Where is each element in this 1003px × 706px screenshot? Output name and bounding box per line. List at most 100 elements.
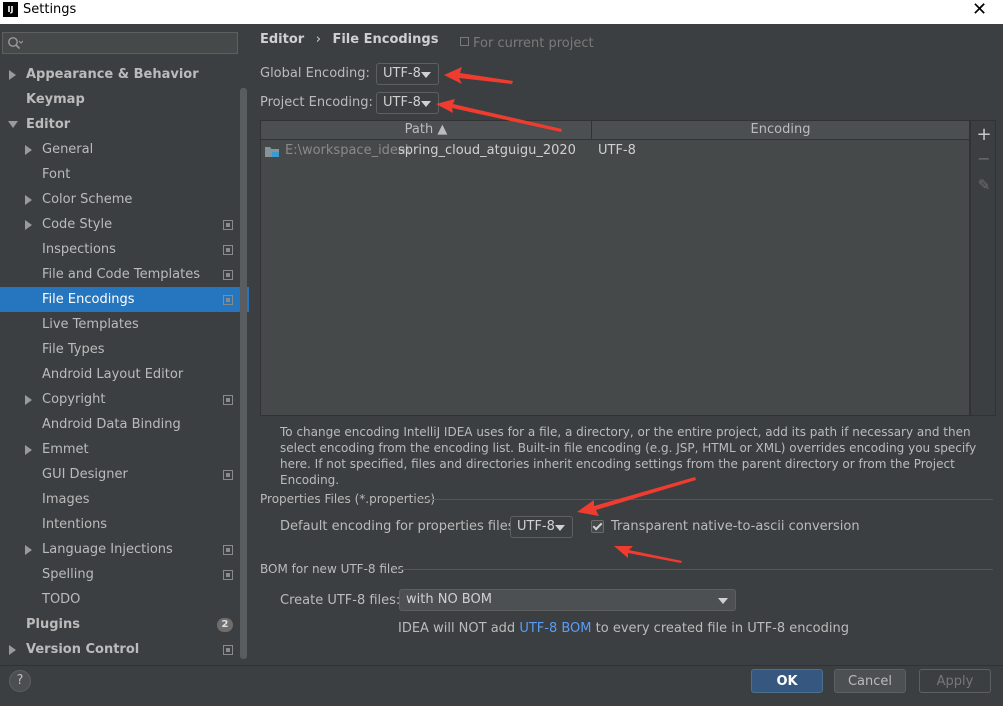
utf8-bom-link[interactable]: UTF-8 BOM [519,621,591,636]
sidebar-item-images[interactable]: Images [0,487,240,512]
bom-note-before: IDEA will NOT add [398,621,520,636]
chevron-right-icon[interactable] [25,545,32,555]
sidebar-item-keymap[interactable]: Keymap [0,87,240,112]
ok-button[interactable]: OK [751,669,823,693]
sidebar-item-file-types[interactable]: File Types [0,337,240,362]
sidebar-item-color-scheme[interactable]: Color Scheme [0,187,240,212]
chevron-down-icon [555,525,565,531]
folder-icon [265,147,279,157]
chevron-down-icon [421,101,431,107]
sidebar-item-file-and-code-templates[interactable]: File and Code Templates [0,262,240,287]
chevron-right-icon[interactable] [25,145,32,155]
project-encoding-select[interactable]: UTF-8 [376,92,439,114]
add-icon[interactable]: + [971,124,997,145]
sidebar-item-label: Spelling [42,567,94,582]
section-divider [395,569,993,570]
chevron-right-icon[interactable] [25,395,32,405]
sidebar-item-plugins[interactable]: Plugins 2 [0,612,240,637]
app-logo-icon: IJ [3,2,18,17]
column-path[interactable]: Path ▲ [261,121,592,139]
sidebar-item-spelling[interactable]: Spelling [0,562,240,587]
section-divider [418,499,993,500]
sidebar-item-todo[interactable]: TODO [0,587,240,612]
table-row[interactable]: E:\workspace_idea\ spring_cloud_atguigu_… [261,141,969,161]
path-prefix: E:\workspace_idea\ [285,143,411,158]
sidebar-item-font[interactable]: Font [0,162,240,187]
remove-icon[interactable]: − [971,149,997,168]
bom-section-title: BOM for new UTF-8 files [260,562,404,576]
sidebar-item-live-templates[interactable]: Live Templates [0,312,240,337]
sidebar-item-label: Images [42,492,90,507]
sidebar-item-label: Live Templates [42,317,139,332]
sidebar-item-inspections[interactable]: Inspections [0,237,240,262]
project-scope-icon [223,295,233,305]
sidebar-item-label: Copyright [42,392,106,407]
sidebar-item-android-layout-editor[interactable]: Android Layout Editor [0,362,240,387]
breadcrumb-separator: › [315,32,321,47]
sidebar-item-appearance-behavior[interactable]: Appearance & Behavior [0,62,240,87]
search-input[interactable] [2,32,238,54]
project-scope-icon [460,37,469,46]
chevron-right-icon[interactable] [9,70,16,80]
sidebar-item-file-encodings[interactable]: File Encodings [0,287,249,312]
close-icon[interactable]: ✕ [972,0,987,20]
chevron-down-icon[interactable] [8,121,18,128]
global-encoding-select[interactable]: UTF-8 [376,63,439,85]
sidebar-item-label: Version Control [26,642,140,657]
update-count-badge: 2 [217,618,233,632]
project-scope-icon [223,245,233,255]
chevron-right-icon[interactable] [25,445,32,455]
native-to-ascii-checkbox[interactable] [591,520,604,533]
properties-section-title: Properties Files (*.properties) [260,492,436,506]
global-encoding-value: UTF-8 [383,66,421,81]
sidebar-item-label: Inspections [42,242,116,257]
breadcrumb-parent[interactable]: Editor [260,32,304,47]
properties-encoding-label: Default encoding for properties files: [280,519,519,534]
sidebar-item-code-style[interactable]: Code Style [0,212,240,237]
apply-button[interactable]: Apply [919,669,991,693]
project-scope-icon [223,470,233,480]
cancel-button[interactable]: Cancel [834,669,906,693]
table-toolbar: + − ✎ [970,120,996,416]
sidebar-item-editor[interactable]: Editor [0,112,240,137]
bom-select[interactable]: with NO BOM [399,589,736,611]
sidebar-item-android-data-binding[interactable]: Android Data Binding [0,412,240,437]
project-scope-icon [223,270,233,280]
window-title: Settings [23,2,77,17]
sidebar-item-version-control[interactable]: Version Control [0,637,240,662]
project-encoding-label: Project Encoding: [260,95,373,110]
sidebar-item-language-injections[interactable]: Language Injections [0,537,240,562]
sidebar-item-label: Language Injections [42,542,173,557]
column-encoding[interactable]: Encoding [592,121,969,139]
sidebar-item-emmet[interactable]: Emmet [0,437,240,462]
sidebar-item-intentions[interactable]: Intentions [0,512,240,537]
sidebar-item-gui-designer[interactable]: GUI Designer [0,462,240,487]
help-button[interactable]: ? [9,670,31,692]
breadcrumb-current: File Encodings [332,32,439,47]
sidebar-item-label: Intentions [42,517,108,532]
chevron-right-icon[interactable] [25,220,32,230]
sidebar-item-general[interactable]: General [0,137,240,162]
sidebar-item-label: File and Code Templates [42,267,200,282]
row-encoding: UTF-8 [598,143,636,158]
search-icon [8,37,23,50]
edit-icon[interactable]: ✎ [971,176,997,194]
chevron-right-icon[interactable] [9,645,16,655]
sidebar-scrollbar[interactable] [240,88,247,659]
sidebar-item-label: Font [42,167,71,182]
project-scope-icon [223,395,233,405]
settings-sidebar: Appearance & Behavior Keymap Editor General… [0,24,249,665]
sidebar-item-label: Plugins [26,617,80,632]
chevron-right-icon[interactable] [25,195,32,205]
chevron-down-icon [718,598,728,604]
native-to-ascii-label[interactable]: Transparent native-to-ascii conversion [611,519,860,534]
sidebar-item-label: Appearance & Behavior [26,67,199,82]
sidebar-item-label: TODO [42,592,81,607]
sidebar-item-label: File Encodings [42,292,135,307]
sidebar-item-copyright[interactable]: Copyright [0,387,240,412]
project-scope-icon [223,645,233,655]
encoding-description: To change encoding IntelliJ IDEA uses fo… [280,425,977,487]
title-bar: IJ Settings ✕ [0,0,1003,24]
properties-encoding-select[interactable]: UTF-8 [510,516,573,538]
path-name: spring_cloud_atguigu_2020 [398,143,576,158]
